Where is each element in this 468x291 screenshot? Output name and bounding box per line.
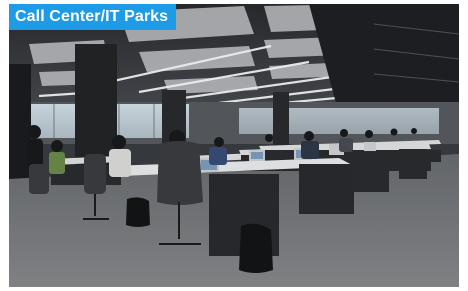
office-photo xyxy=(9,4,459,287)
image-frame: Call Center/IT Parks xyxy=(0,0,468,291)
title-banner: Call Center/IT Parks xyxy=(9,4,177,30)
